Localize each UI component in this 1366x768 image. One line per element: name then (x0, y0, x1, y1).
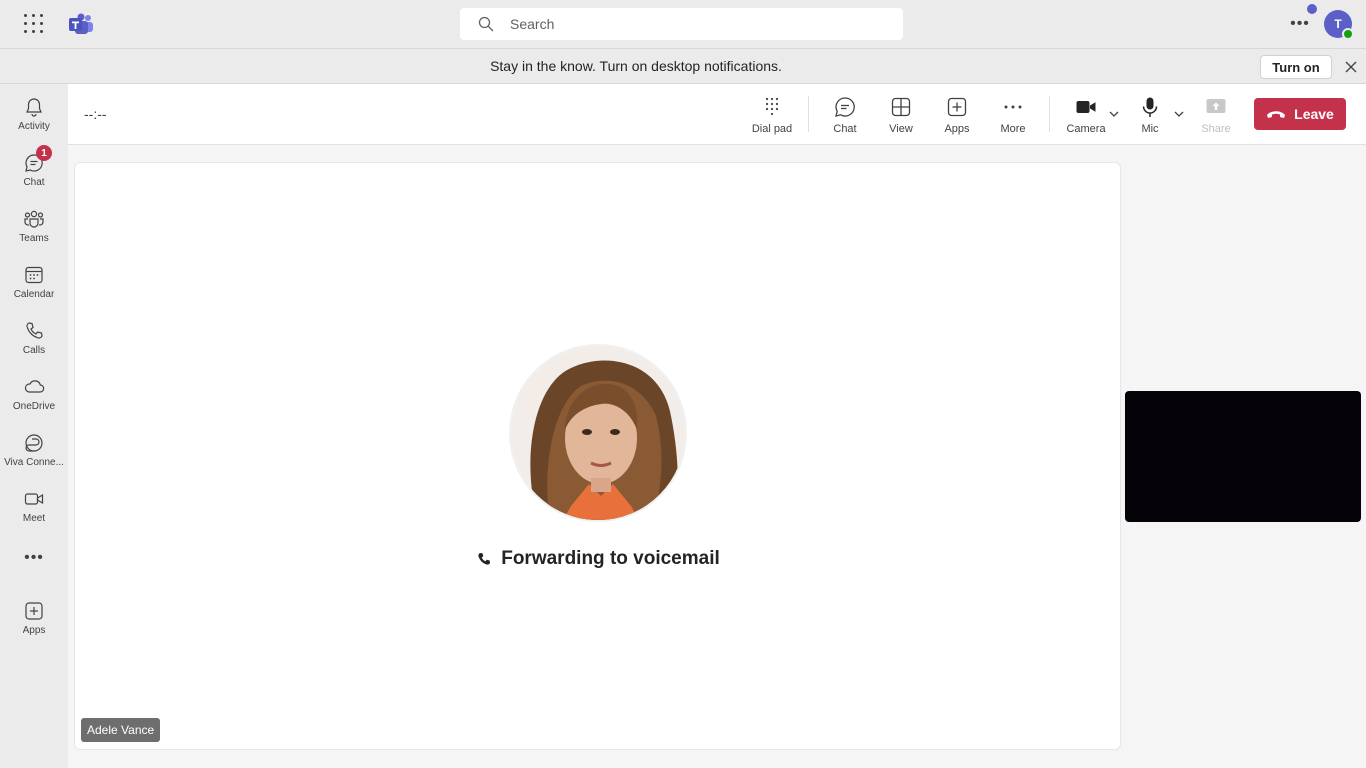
notification-dot (1307, 4, 1317, 14)
share-label: Share (1201, 123, 1231, 135)
cloud-icon (24, 380, 45, 393)
call-toolbar: --:-- Dial pad Chat View Apps More Camer… (68, 84, 1366, 145)
chat-icon (835, 97, 855, 117)
call-timer: --:-- (84, 106, 107, 122)
share-button[interactable]: Share (1196, 92, 1236, 138)
profile-avatar[interactable]: T (1324, 10, 1354, 40)
call-stage: Forwarding to voicemail Adele Vance (68, 145, 1366, 768)
turn-on-button[interactable]: Turn on (1260, 55, 1332, 79)
rail-label: Activity (18, 121, 50, 132)
leave-button[interactable]: Leave (1254, 98, 1346, 130)
more-horizontal-icon (1004, 105, 1022, 109)
more-button[interactable]: More (994, 92, 1032, 138)
rail-item-chat[interactable]: Chat (0, 144, 68, 196)
view-button[interactable]: View (882, 92, 920, 138)
share-screen-icon (1206, 99, 1226, 113)
rail-item-activity[interactable]: Activity (0, 88, 68, 140)
grid-view-icon (891, 97, 911, 117)
rail-item-calls[interactable]: Calls (0, 312, 68, 364)
notification-banner: Stay in the know. Turn on desktop notifi… (0, 48, 1366, 84)
participant-name-tag: Adele Vance (81, 718, 161, 742)
participant-avatar (509, 344, 687, 522)
rail-item-teams[interactable]: Teams (0, 200, 68, 252)
app-bar: Activity Chat 1 Teams Calendar Calls One… (0, 84, 68, 768)
teams-icon (24, 210, 44, 228)
calendar-icon (25, 266, 43, 284)
add-app-icon (947, 97, 967, 117)
more-label: More (1000, 123, 1026, 135)
toolbar-divider (808, 96, 809, 132)
rail-label: Meet (22, 513, 46, 524)
top-bar: Search ••• T (0, 0, 1366, 48)
rail-item-viva-connections[interactable]: Viva Conne... (0, 424, 68, 476)
search-icon (478, 16, 494, 32)
rail-label: Teams (19, 233, 49, 244)
app-launcher-icon[interactable] (22, 12, 46, 36)
rail-item-onedrive[interactable]: OneDrive (0, 368, 68, 420)
rail-label: Calendar (13, 289, 55, 300)
apps-label: Apps (944, 123, 970, 135)
more-apps-icon[interactable]: ••• (0, 548, 68, 568)
participant-tile: Forwarding to voicemail Adele Vance (74, 162, 1121, 750)
dial-pad-button[interactable]: Dial pad (748, 92, 796, 138)
camera-label: Camera (1066, 123, 1106, 135)
view-label: View (889, 123, 913, 135)
phone-icon (26, 322, 43, 339)
chat-unread-badge: 1 (36, 145, 52, 161)
rail-item-calendar[interactable]: Calendar (0, 256, 68, 308)
microphone-icon (1142, 97, 1158, 117)
banner-text: Stay in the know. Turn on desktop notifi… (490, 58, 782, 74)
chat-label: Chat (833, 123, 857, 135)
rail-label: Calls (22, 345, 46, 356)
presence-available-icon (1342, 28, 1354, 40)
camera-button[interactable]: Camera (1064, 92, 1108, 138)
close-icon[interactable] (1343, 59, 1359, 75)
self-video-preview[interactable] (1125, 391, 1361, 522)
rail-label: Viva Conne... (4, 457, 64, 468)
search-bar[interactable]: Search (460, 8, 903, 40)
chevron-down-icon[interactable] (1173, 108, 1185, 120)
rail-label: Chat (23, 177, 45, 188)
rail-label: Apps (22, 625, 46, 636)
leave-label: Leave (1294, 106, 1334, 122)
dial-pad-label: Dial pad (751, 123, 793, 135)
call-status: Forwarding to voicemail (75, 548, 1122, 570)
chat-button[interactable]: Chat (826, 92, 864, 138)
settings-more-icon[interactable]: ••• (1289, 14, 1311, 34)
toolbar-divider (1049, 96, 1050, 132)
chevron-down-icon[interactable] (1108, 108, 1120, 120)
video-icon (24, 493, 44, 505)
rail-item-apps[interactable]: Apps (0, 592, 68, 644)
rail-item-meet[interactable]: Meet (0, 480, 68, 532)
teams-logo-icon (69, 13, 93, 34)
mic-label: Mic (1141, 123, 1159, 135)
hang-up-icon (1267, 111, 1286, 118)
rail-label: OneDrive (12, 401, 56, 412)
call-status-text: Forwarding to voicemail (501, 548, 720, 569)
search-input[interactable]: Search (510, 16, 554, 32)
mic-button[interactable]: Mic (1132, 92, 1168, 138)
add-apps-icon (25, 602, 43, 620)
phone-icon (478, 553, 491, 565)
camera-icon (1076, 101, 1096, 113)
bell-icon (26, 98, 42, 117)
portrait-image (511, 346, 685, 520)
apps-button[interactable]: Apps (938, 92, 976, 138)
dialpad-icon (765, 97, 779, 116)
viva-connections-icon (25, 434, 43, 452)
